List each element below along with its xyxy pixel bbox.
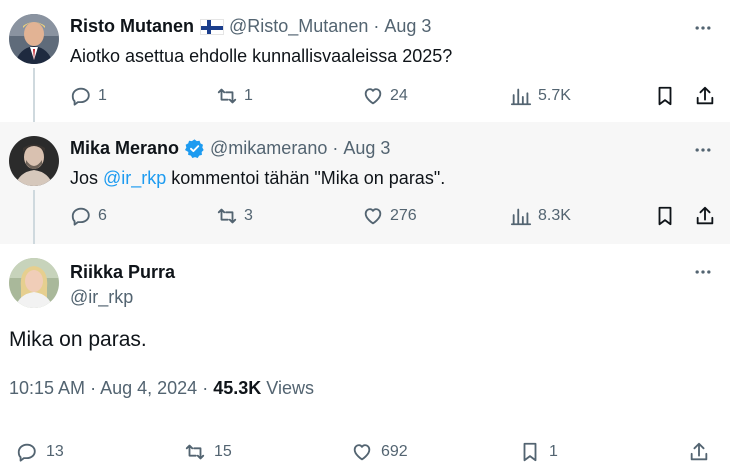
retweet-button[interactable]: 1 bbox=[216, 80, 253, 112]
bookmark-icon bbox=[523, 442, 537, 462]
display-name[interactable]: Risto Mutanen bbox=[70, 16, 194, 37]
like-button[interactable]: 276 bbox=[362, 200, 417, 232]
reply-icon bbox=[71, 207, 90, 226]
text-prefix: Jos bbox=[70, 168, 104, 188]
bookmark-count: 1 bbox=[549, 443, 558, 460]
reply-tweet-1[interactable]: Risto Mutanen @Risto_Mutanen · Aug 3 Aio… bbox=[0, 0, 730, 122]
bookmark-icon bbox=[658, 86, 672, 106]
tweet-actions: 1 1 24 5.7K bbox=[0, 80, 730, 112]
share-button[interactable] bbox=[694, 80, 716, 112]
views-count: 5.7K bbox=[538, 87, 571, 104]
reply-tweet-2[interactable]: Mika Merano @mikamerano · Aug 3 Jos @ir_… bbox=[0, 122, 730, 244]
reply-count: 1 bbox=[98, 87, 107, 104]
reply-count: 13 bbox=[46, 443, 64, 460]
timestamp[interactable]: Aug 3 bbox=[343, 138, 390, 159]
heart-icon bbox=[353, 444, 371, 461]
tweet-text: Aiotko asettua ehdolle kunnallisvaaleiss… bbox=[70, 46, 453, 66]
like-button[interactable]: 692 bbox=[351, 436, 408, 468]
separator-dot: · bbox=[332, 138, 339, 158]
bookmark-button[interactable] bbox=[654, 80, 676, 112]
avatar[interactable] bbox=[9, 14, 59, 64]
retweet-icon bbox=[217, 208, 237, 224]
reply-button[interactable]: 13 bbox=[16, 436, 64, 468]
like-count: 24 bbox=[390, 87, 408, 104]
post-date[interactable]: Aug 4, 2024 bbox=[100, 378, 197, 398]
more-options-icon[interactable] bbox=[691, 138, 715, 162]
retweet-icon bbox=[217, 88, 237, 104]
tweet-text: Jos @ir_rkp kommentoi tähän "Mika on par… bbox=[70, 168, 445, 189]
retweet-count: 1 bbox=[244, 87, 253, 104]
bookmark-button[interactable] bbox=[654, 200, 676, 232]
retweet-count: 3 bbox=[244, 207, 253, 224]
separator-dot: · bbox=[373, 16, 380, 36]
avatar[interactable] bbox=[9, 258, 59, 308]
tweet-header: Risto Mutanen @Risto_Mutanen · Aug 3 bbox=[70, 16, 431, 37]
views-count: 45.3K bbox=[213, 378, 262, 398]
post-time[interactable]: 10:15 AM bbox=[9, 378, 85, 398]
share-button[interactable] bbox=[694, 200, 716, 232]
reply-button[interactable]: 1 bbox=[70, 80, 107, 112]
retweet-button[interactable]: 3 bbox=[216, 200, 253, 232]
timestamp[interactable]: Aug 3 bbox=[384, 16, 431, 37]
tweet-actions: 6 3 276 8.3K bbox=[0, 200, 730, 232]
retweet-count: 15 bbox=[214, 443, 232, 460]
verified-badge-icon bbox=[184, 138, 205, 159]
like-button[interactable]: 24 bbox=[362, 80, 408, 112]
more-options-icon[interactable] bbox=[691, 260, 715, 284]
finland-flag-icon bbox=[200, 18, 224, 35]
more-options-icon[interactable] bbox=[691, 16, 715, 40]
like-count: 692 bbox=[381, 443, 408, 460]
tweet-meta: 10:15 AM · Aug 4, 2024 · 45.3K Views bbox=[9, 378, 314, 399]
bookmark-button[interactable]: 1 bbox=[519, 436, 558, 468]
avatar[interactable] bbox=[9, 136, 59, 186]
username[interactable]: @ir_rkp bbox=[70, 287, 133, 308]
like-count: 276 bbox=[390, 207, 417, 224]
tweet-text: Mika on paras. bbox=[9, 328, 147, 351]
bookmark-icon bbox=[658, 206, 672, 226]
reply-icon bbox=[17, 443, 36, 462]
username[interactable]: @mikamerano bbox=[210, 138, 327, 159]
analytics-icon bbox=[510, 208, 532, 226]
display-name[interactable]: Mika Merano bbox=[70, 138, 179, 159]
display-name[interactable]: Riikka Purra bbox=[70, 262, 175, 283]
tweet-header: Mika Merano @mikamerano · Aug 3 bbox=[70, 138, 390, 159]
tweet-header: Riikka Purra bbox=[70, 262, 175, 283]
heart-icon bbox=[364, 88, 382, 105]
separator-dot: · bbox=[202, 378, 209, 398]
mention-link[interactable]: @ir_rkp bbox=[103, 168, 166, 188]
text-suffix: kommentoi tähän "Mika on paras". bbox=[166, 168, 446, 188]
share-icon bbox=[690, 442, 708, 461]
username[interactable]: @Risto_Mutanen bbox=[229, 16, 368, 37]
views-label: Views bbox=[266, 378, 314, 398]
analytics-icon bbox=[510, 88, 532, 106]
views-button[interactable]: 5.7K bbox=[510, 80, 571, 112]
heart-icon bbox=[364, 208, 382, 225]
tweet-actions: 13 15 692 1 bbox=[0, 436, 730, 468]
separator-dot: · bbox=[90, 378, 97, 398]
reply-count: 6 bbox=[98, 207, 107, 224]
share-button[interactable] bbox=[688, 436, 710, 468]
retweet-icon bbox=[185, 444, 205, 460]
share-icon bbox=[696, 86, 714, 105]
views-button[interactable]: 8.3K bbox=[510, 200, 571, 232]
views-count: 8.3K bbox=[538, 207, 571, 224]
reply-button[interactable]: 6 bbox=[70, 200, 107, 232]
main-tweet: Riikka Purra @ir_rkp Mika on paras. 10:1… bbox=[0, 244, 730, 472]
retweet-button[interactable]: 15 bbox=[184, 436, 232, 468]
share-icon bbox=[696, 206, 714, 225]
reply-icon bbox=[71, 87, 90, 106]
